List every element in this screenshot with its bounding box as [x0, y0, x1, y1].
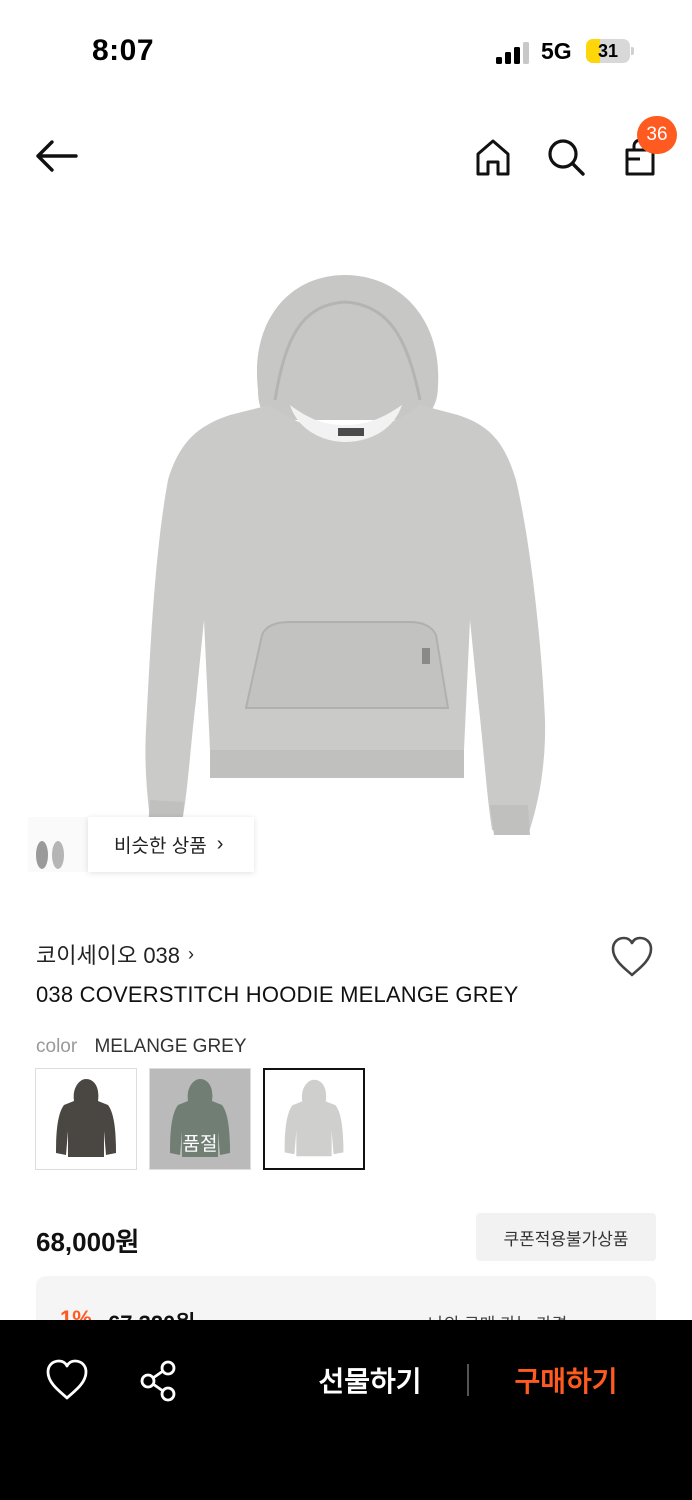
- divider: [467, 1364, 469, 1396]
- product-price: 68,000원: [36, 1227, 140, 1257]
- hoodie-shape: [56, 1079, 116, 1157]
- wishlist-button[interactable]: [609, 935, 655, 979]
- similar-products-label: 비슷한 상품: [114, 836, 207, 857]
- heart-icon: [611, 936, 653, 977]
- bottom-action-bar: 선물하기 구매하기: [0, 1320, 692, 1500]
- product-name: 038 COVERSTITCH HOODIE MELANGE GREY: [36, 982, 519, 1007]
- hoodie-thumbnail: [56, 1079, 116, 1157]
- coupon-status-button[interactable]: 쿠폰적용불가상품: [476, 1213, 656, 1261]
- top-nav: [0, 100, 692, 210]
- search-button[interactable]: [543, 134, 589, 180]
- network-type: 5G: [541, 38, 572, 64]
- soldout-label: 품절: [182, 1134, 218, 1155]
- status-time: 8:07: [92, 34, 155, 67]
- brand-link[interactable]: 코이세이오 038 ›: [36, 938, 194, 970]
- chevron-right-icon: ›: [216, 833, 224, 855]
- product-image[interactable]: [0, 230, 692, 890]
- status-bar: 8:07 5G 31: [0, 0, 692, 100]
- heart-icon: [46, 1359, 88, 1400]
- color-value: MELANGE GREY: [94, 1036, 247, 1057]
- home-icon: [476, 139, 510, 176]
- chevron-right-icon: ›: [188, 943, 195, 964]
- color-swatches: 품절: [35, 1068, 365, 1170]
- brand-name: 코이세이오 038: [36, 943, 181, 968]
- battery-level: 31: [597, 41, 619, 61]
- search-icon: [548, 139, 585, 176]
- share-icon: [140, 1360, 176, 1402]
- home-button[interactable]: [470, 134, 516, 180]
- hoodie-thumbnail: [284, 1079, 344, 1157]
- hoodie-image: [145, 275, 546, 835]
- buy-button[interactable]: 구매하기: [496, 1360, 636, 1400]
- swatch-green[interactable]: 품절: [149, 1068, 251, 1170]
- share-button[interactable]: [136, 1358, 182, 1404]
- cart-count-badge: 36: [637, 116, 677, 154]
- battery-icon: 31: [586, 39, 630, 63]
- color-row: color MELANGE GREY: [36, 1036, 247, 1058]
- back-button[interactable]: [30, 134, 82, 178]
- battery-tip: [631, 47, 634, 55]
- back-arrow-icon: [36, 140, 78, 172]
- bottom-wishlist-button[interactable]: [44, 1358, 90, 1402]
- hoodie-shape: [284, 1079, 344, 1157]
- swatch-melange-grey[interactable]: [263, 1068, 365, 1170]
- color-label: color: [36, 1036, 78, 1057]
- similar-products-button[interactable]: 비슷한 상품 ›: [88, 817, 254, 872]
- signal-icon: [496, 42, 529, 64]
- gift-button[interactable]: 선물하기: [300, 1360, 440, 1400]
- swatch-charcoal[interactable]: [35, 1068, 137, 1170]
